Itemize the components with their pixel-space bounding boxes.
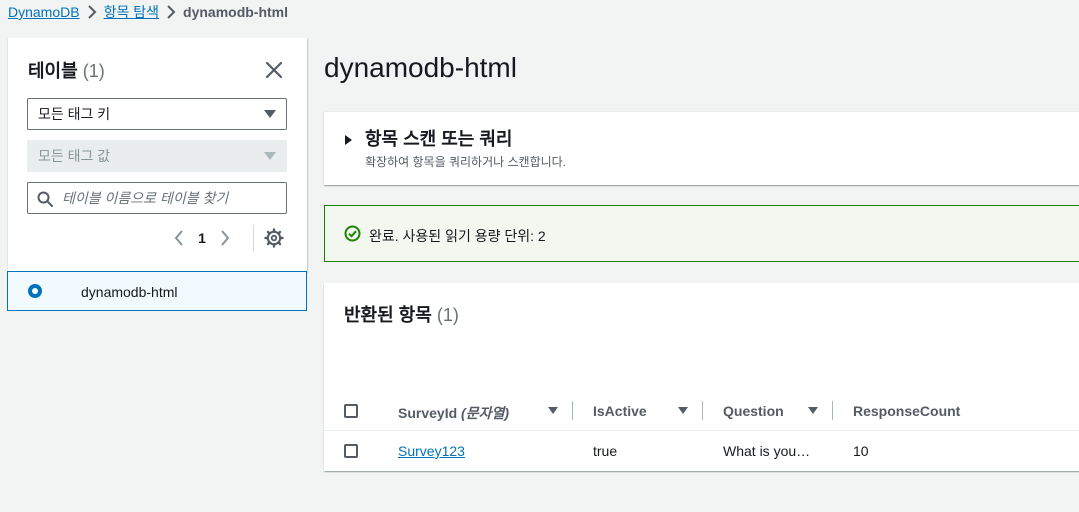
chevron-right-icon (221, 230, 230, 246)
column-divider[interactable] (832, 401, 833, 420)
page-number[interactable]: 1 (192, 230, 212, 246)
tables-panel-title: 테이블 (1) (28, 57, 105, 83)
chevron-right-icon (159, 2, 183, 22)
column-header-isactive[interactable]: IsActive (593, 403, 647, 419)
sort-icon[interactable] (808, 407, 818, 414)
cell-isactive: true (593, 443, 618, 459)
tag-key-select-value: 모든 태그 키 (38, 106, 111, 122)
chevron-left-icon (174, 230, 183, 246)
alert-message: 완료. 사용된 읽기 용량 단위: 2 (369, 228, 546, 244)
tag-key-select[interactable]: 모든 태그 키 (27, 98, 287, 130)
sort-icon[interactable] (548, 407, 558, 414)
table-search-input[interactable] (62, 190, 277, 206)
next-page-button[interactable] (212, 225, 238, 251)
results-count: (1) (436, 305, 459, 325)
breadcrumb-link-item-explore[interactable]: 항목 탐색 (104, 2, 159, 22)
breadcrumb-link-dynamodb[interactable]: DynamoDB (8, 4, 80, 20)
table-radio-selected[interactable] (28, 284, 42, 298)
caret-down-icon (264, 110, 276, 118)
page-title: dynamodb-html (324, 52, 517, 83)
chevron-right-icon (80, 2, 104, 22)
tables-count: (1) (82, 61, 105, 81)
tag-value-select-value: 모든 태그 값 (38, 148, 111, 164)
gear-icon (264, 228, 284, 248)
caret-right-icon[interactable] (345, 135, 352, 145)
column-divider[interactable] (702, 401, 703, 420)
scan-query-title[interactable]: 항목 스캔 또는 쿼리 (365, 125, 512, 151)
cell-responsecount: 10 (853, 443, 869, 459)
preferences-button[interactable] (264, 228, 284, 248)
scan-query-description: 확장하여 항목을 쿼리하거나 스캔합니다. (365, 155, 567, 169)
row-checkbox[interactable] (344, 444, 358, 458)
success-icon (344, 225, 361, 242)
tables-panel-title-text: 테이블 (28, 61, 78, 81)
column-header-surveyid[interactable]: SurveyId (문자열) (398, 403, 509, 423)
cell-surveyid-link[interactable]: Survey123 (398, 443, 465, 459)
tag-value-select: 모든 태그 값 (27, 140, 287, 172)
pagination-divider (253, 225, 254, 251)
previous-page-button[interactable] (166, 225, 192, 251)
breadcrumb-current: dynamodb-html (183, 4, 289, 20)
column-header-responsecount[interactable]: ResponseCount (853, 403, 960, 419)
search-icon (37, 191, 53, 207)
table-search-field[interactable] (27, 182, 287, 214)
caret-down-icon (264, 152, 276, 160)
close-panel-button[interactable] (262, 58, 286, 82)
results-title-text: 반환된 항목 (344, 305, 432, 325)
table-list-item-label: dynamodb-html (81, 284, 178, 300)
column-divider[interactable] (572, 401, 573, 420)
close-icon (265, 61, 283, 79)
results-title: 반환된 항목 (1) (344, 301, 459, 327)
select-all-checkbox[interactable] (344, 404, 358, 418)
column-header-surveyid-type: (문자열) (461, 405, 509, 421)
table-list-item[interactable]: dynamodb-html (7, 271, 307, 311)
cell-question: What is you… (723, 443, 811, 459)
pagination: 1 (166, 225, 238, 251)
breadcrumb: DynamoDB 항목 탐색 dynamodb-html (8, 2, 288, 22)
column-header-surveyid-label: SurveyId (398, 405, 458, 421)
sort-icon[interactable] (678, 407, 688, 414)
column-header-question[interactable]: Question (723, 403, 784, 419)
